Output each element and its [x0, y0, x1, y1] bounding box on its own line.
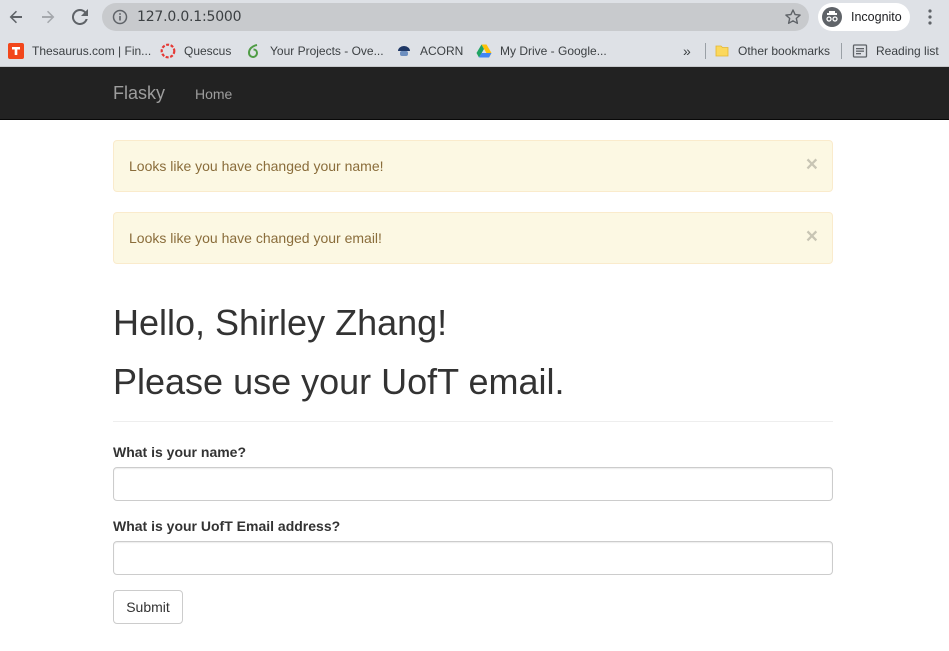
- submit-button[interactable]: Submit: [113, 590, 183, 624]
- folder-icon: [714, 43, 730, 59]
- incognito-label: Incognito: [851, 10, 902, 24]
- url-text[interactable]: 127.0.0.1:5000: [137, 9, 242, 25]
- bookmark-google-drive[interactable]: My Drive - Google...: [476, 42, 607, 59]
- name-label: What is your name?: [113, 444, 247, 460]
- other-bookmarks-folder[interactable]: Other bookmarks: [714, 42, 830, 59]
- email-notice-heading: Please use your UofT email.: [113, 361, 565, 402]
- acorn-icon: [396, 43, 412, 59]
- bookmark-star-icon[interactable]: [784, 8, 802, 31]
- google-drive-icon: [476, 43, 492, 59]
- bookmark-overleaf[interactable]: Your Projects - Ove...: [246, 42, 384, 59]
- bookmark-thesaurus[interactable]: Thesaurus.com | Fin...: [8, 42, 151, 59]
- thesaurus-icon: [8, 42, 24, 59]
- navbar-brand[interactable]: Flasky: [113, 83, 165, 104]
- browser-toolbar: 127.0.0.1:5000 Incognito: [0, 0, 949, 34]
- address-bar[interactable]: 127.0.0.1:5000: [102, 3, 809, 31]
- browser-menu-icon[interactable]: [924, 8, 936, 26]
- bookmark-acorn[interactable]: ACORN: [396, 42, 463, 59]
- alert-close-icon[interactable]: ×: [806, 154, 818, 175]
- reload-icon[interactable]: [69, 6, 91, 28]
- quercus-icon: [160, 43, 176, 59]
- bookmarks-overflow-button[interactable]: »: [683, 42, 691, 59]
- flash-alert-name: Looks like you have changed your name! ×: [113, 140, 833, 192]
- bookmarks-divider: [841, 43, 842, 59]
- email-label: What is your UofT Email address?: [113, 518, 341, 534]
- nav-link-home[interactable]: Home: [195, 86, 232, 102]
- greeting-heading: Hello, Shirley Zhang!: [113, 302, 448, 343]
- forward-icon[interactable]: [37, 6, 59, 28]
- reading-list-icon: [852, 43, 868, 59]
- alert-message: Looks like you have changed your name!: [129, 158, 384, 174]
- alert-message: Looks like you have changed your email!: [129, 230, 382, 246]
- overleaf-icon: [246, 43, 262, 59]
- page-header: Hello, Shirley Zhang! Please use your Uo…: [113, 300, 833, 422]
- flash-alert-email: Looks like you have changed your email! …: [113, 212, 833, 264]
- email-input[interactable]: [113, 541, 833, 575]
- bookmark-quercus[interactable]: Quescus: [160, 42, 231, 59]
- bookmarks-divider: [705, 43, 706, 59]
- alert-close-icon[interactable]: ×: [806, 226, 818, 247]
- reading-list-button[interactable]: Reading list: [852, 42, 939, 59]
- incognito-profile[interactable]: Incognito: [818, 3, 910, 31]
- site-navbar: Flasky Home: [0, 67, 949, 120]
- incognito-icon: [822, 7, 842, 27]
- back-icon[interactable]: [5, 6, 27, 28]
- site-info-icon[interactable]: [112, 9, 128, 30]
- name-input[interactable]: [113, 467, 833, 501]
- bookmarks-bar: Thesaurus.com | Fin... Quescus Your Proj…: [0, 34, 949, 67]
